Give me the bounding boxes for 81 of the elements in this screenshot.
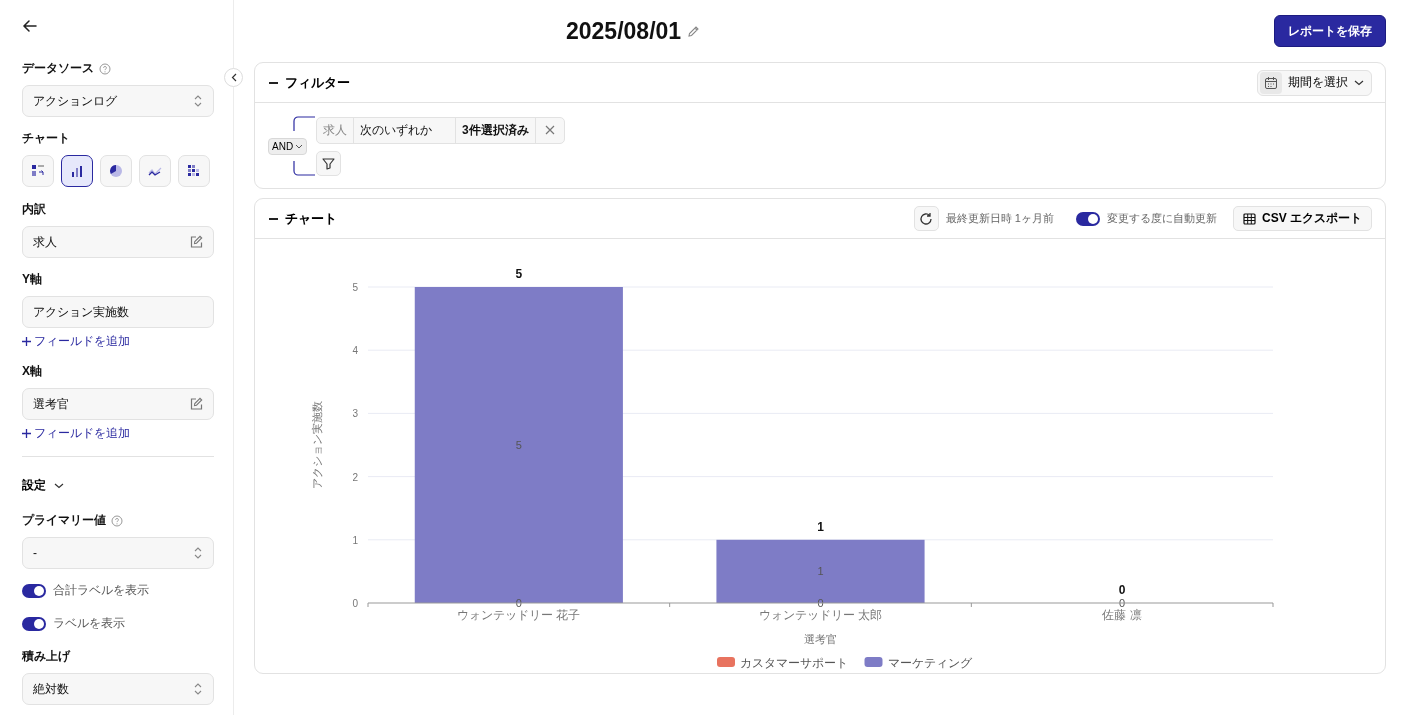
edit-icon <box>189 397 203 411</box>
toggle-switch[interactable] <box>1076 211 1100 226</box>
legend-item[interactable]: カスタマーサポート <box>717 656 848 670</box>
x-axis-title: 選考官 <box>804 633 837 645</box>
bar-value-label: 1 <box>817 565 824 578</box>
y-tick-label: 2 <box>352 471 358 483</box>
pencil-icon[interactable] <box>687 24 701 38</box>
chevron-down-icon[interactable] <box>1354 79 1364 86</box>
bar-total-label: 5 <box>515 267 523 281</box>
last-updated-text: 最終更新日時 1ヶ月前 <box>945 211 1054 226</box>
toggle-label: 変更する度に自動更新 <box>1107 211 1217 226</box>
calendar-icon <box>1264 75 1278 90</box>
pie-chart-icon <box>109 164 123 178</box>
y-tick-label: 4 <box>352 345 358 357</box>
legend-label: カスタマーサポート <box>740 656 848 670</box>
toggle-switch[interactable] <box>22 583 46 598</box>
report-title: 2025/08/01 <box>566 17 682 45</box>
field-label: 内訳 <box>22 201 46 218</box>
period-select-button[interactable]: 期間を選択 <box>1257 69 1372 96</box>
bar-value-label: 0 <box>817 597 824 609</box>
select-field[interactable]: 絶対数 <box>22 673 214 705</box>
plus-icon <box>22 429 31 438</box>
legend-item[interactable]: マーケティング <box>864 656 972 670</box>
table-chart-icon <box>31 164 45 178</box>
toggle-label: 合計ラベルを表示 <box>53 582 149 599</box>
add-field-link[interactable]: フィールドを追加 <box>22 333 130 350</box>
edit-icon <box>189 235 203 249</box>
filter-field[interactable]: 求人 <box>317 117 354 143</box>
y-tick-label: 0 <box>352 598 358 609</box>
section-toggle[interactable]: チャート <box>269 209 337 228</box>
x-tick-label: 佐藤 凛 <box>1102 608 1142 622</box>
field-label: プライマリー値 <box>22 512 106 529</box>
table-icon <box>1243 212 1256 225</box>
filter-value[interactable]: 3件選択済み <box>456 117 536 143</box>
chevron-down-icon[interactable] <box>54 482 64 489</box>
chart-type-button[interactable] <box>61 155 93 187</box>
toggle-label: ラベルを表示 <box>53 615 125 632</box>
field-label: データソース <box>22 60 94 77</box>
heatmap-chart-icon <box>187 164 201 178</box>
up-down-chevron-icon <box>193 682 203 696</box>
input-field[interactable]: 求人 <box>22 226 214 258</box>
input-field[interactable]: アクション実施数 <box>22 296 214 328</box>
save-report-button[interactable]: レポートを保存 <box>1274 15 1386 47</box>
x-tick-label: ウォンテッドリー 花子 <box>457 608 581 622</box>
csv-export-button[interactable]: CSV エクスポート <box>1233 206 1372 231</box>
chevron-down-icon <box>295 143 304 149</box>
add-field-link[interactable]: フィールドを追加 <box>22 425 130 442</box>
bar-chart-icon <box>70 164 84 178</box>
field-label: チャート <box>22 130 70 147</box>
bar-total-label: 0 <box>1118 583 1126 597</box>
bar-value-label: 0 <box>1119 597 1126 609</box>
filter-operator[interactable]: 次のいずれか <box>354 117 456 143</box>
select-field[interactable]: - <box>22 537 214 569</box>
y-tick-label: 5 <box>352 282 358 293</box>
logic-dropdown[interactable]: AND <box>268 137 308 155</box>
section-toggle[interactable]: フィルター <box>269 73 350 92</box>
toggle-switch[interactable] <box>22 616 46 631</box>
add-filter-button[interactable] <box>316 150 341 176</box>
y-tick-label: 1 <box>352 534 358 546</box>
refresh-button[interactable] <box>913 206 939 231</box>
bar-value-label: 5 <box>515 439 522 451</box>
chevron-left-icon <box>230 73 237 82</box>
collapse-button[interactable] <box>224 68 243 87</box>
y-axis-title: アクション実施数 <box>311 401 323 489</box>
refresh-icon <box>919 211 934 226</box>
legend-label: マーケティング <box>887 656 973 670</box>
field-label: 積み上げ <box>22 648 70 665</box>
settings-toggle[interactable]: 設定 <box>22 477 64 494</box>
input-field[interactable]: 選考官 <box>22 388 214 420</box>
up-down-chevron-icon <box>193 546 203 560</box>
filter-icon <box>322 156 335 170</box>
back-arrow-button[interactable] <box>22 18 38 34</box>
select-field[interactable]: アクションログ <box>22 85 214 117</box>
bar-total-label: 1 <box>817 519 824 534</box>
up-down-chevron-icon <box>193 94 203 108</box>
field-label: X軸 <box>22 363 42 380</box>
x-tick-label: ウォンテッドリー 太郎 <box>758 608 883 622</box>
field-label: Y軸 <box>22 271 42 288</box>
plus-icon <box>22 337 31 346</box>
y-tick-label: 3 <box>352 408 358 420</box>
close-icon <box>544 125 555 135</box>
